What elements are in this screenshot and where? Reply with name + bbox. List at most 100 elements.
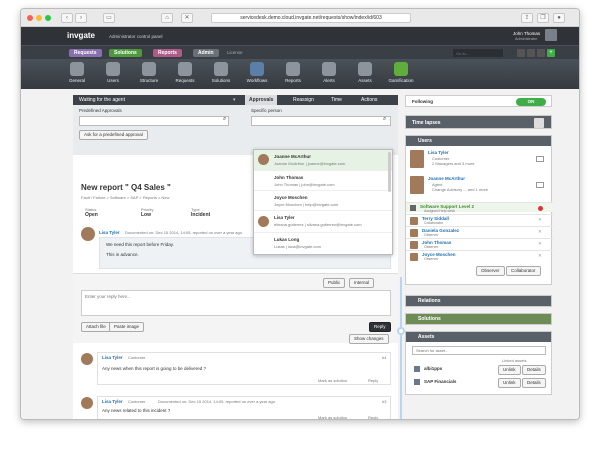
unlink-button-1[interactable]: Unlink bbox=[498, 378, 521, 388]
url-bar[interactable]: servicedesk.demo.cloud.invgate.net/reque… bbox=[211, 13, 411, 23]
goto-input[interactable] bbox=[453, 49, 503, 57]
predef-search-input[interactable] bbox=[79, 116, 229, 126]
reply-button[interactable]: Reply bbox=[369, 322, 391, 332]
logo[interactable]: invgate bbox=[67, 31, 95, 40]
user-card-icon-2[interactable] bbox=[536, 182, 544, 188]
share-icon[interactable]: ⌂ bbox=[161, 13, 173, 23]
author-name[interactable]: Lisa Tyler bbox=[99, 230, 120, 235]
comment-4: Lisa Tyler Customer #4 Any news when thi… bbox=[73, 351, 398, 387]
tab-close-icon[interactable]: ✕ bbox=[181, 13, 193, 23]
solutions-box[interactable]: Solutions bbox=[405, 313, 552, 325]
menu-license[interactable]: License bbox=[227, 50, 243, 55]
tool-alerts[interactable]: Alerts bbox=[311, 61, 347, 87]
tool-structure[interactable]: Structure bbox=[131, 61, 167, 87]
menu-requests[interactable]: Requests bbox=[69, 49, 102, 57]
attach-file-button[interactable]: Attach file bbox=[81, 322, 111, 332]
tool-reports[interactable]: Reports bbox=[275, 61, 311, 87]
assets-header[interactable]: Assets bbox=[406, 332, 551, 342]
tool-workflows[interactable]: Workflows bbox=[239, 61, 275, 87]
solutions-icon bbox=[214, 62, 228, 76]
add-icon[interactable]: + bbox=[547, 49, 555, 57]
reply-textarea[interactable] bbox=[81, 290, 391, 316]
comment-author-2[interactable]: Lisa Tyler bbox=[102, 399, 123, 404]
ask-approval-button[interactable]: Ask for a predefined approval bbox=[79, 130, 148, 140]
time-lapses-header[interactable]: Time lapses bbox=[405, 115, 552, 129]
menu-solutions[interactable]: Solutions bbox=[109, 49, 142, 57]
remove-icon-2[interactable]: ✕ bbox=[538, 241, 542, 247]
comment-author[interactable]: Lisa Tyler bbox=[102, 355, 123, 360]
sidebar-icon[interactable]: ▭ bbox=[103, 13, 115, 23]
close-window-icon[interactable] bbox=[27, 15, 33, 21]
forward-icon[interactable]: › bbox=[75, 13, 87, 23]
remove-icon[interactable]: ✕ bbox=[538, 217, 542, 223]
minimize-window-icon[interactable] bbox=[36, 15, 42, 21]
tab-time[interactable]: Time bbox=[331, 95, 342, 105]
tool-solutions[interactable]: Solutions bbox=[203, 61, 239, 87]
tab-actions[interactable]: Actions bbox=[361, 95, 377, 105]
observer-row-1: Daniela Gonzalez Observer ✕ bbox=[406, 226, 553, 238]
following-label: Following bbox=[412, 99, 433, 104]
unlink-button-0[interactable]: Unlink bbox=[498, 365, 521, 375]
help-icon[interactable] bbox=[537, 49, 545, 57]
paste-image-button[interactable]: Paste image bbox=[109, 322, 145, 332]
group-row: Software Support Level 2 Assigned Help d… bbox=[406, 202, 553, 213]
share-page-icon[interactable]: ⇪ bbox=[521, 13, 533, 23]
request-panel: Waiting for the agent ▾ Approvals Reassi… bbox=[73, 95, 398, 419]
comment-reply-link[interactable]: Reply bbox=[368, 378, 378, 383]
menu-reports[interactable]: Reports bbox=[153, 49, 182, 57]
user-name[interactable]: John Thomas bbox=[513, 31, 540, 36]
request-title: New report " Q4 Sales " bbox=[81, 183, 171, 192]
comment-role: Customer bbox=[128, 355, 146, 360]
dropdown-item-0[interactable]: Joanne McArthur Joanne McArthur | joanne… bbox=[254, 150, 392, 170]
tab-approvals[interactable]: Approvals bbox=[245, 95, 278, 105]
add-collaborator-button[interactable]: Collaborator bbox=[506, 266, 541, 276]
comment-avatar-2 bbox=[81, 397, 93, 409]
comment-text-2: Any news related to this incident ? bbox=[102, 408, 171, 413]
extension-icon[interactable]: ● bbox=[553, 13, 565, 23]
tab-reassign[interactable]: Reassign bbox=[293, 95, 314, 105]
back-icon[interactable]: ‹ bbox=[61, 13, 73, 23]
remove-icon-1[interactable]: ✕ bbox=[538, 229, 542, 235]
details-button-1[interactable]: Details bbox=[522, 378, 546, 388]
user-photo-1 bbox=[410, 150, 424, 168]
tool-assets[interactable]: Assets bbox=[347, 61, 383, 87]
mark-solution-link[interactable]: Mark as solution bbox=[318, 378, 347, 383]
comment-role-2: Customer bbox=[128, 399, 146, 404]
dropdown-item-1[interactable]: John Thomas John Thomas | john@invgate.c… bbox=[254, 170, 392, 190]
remove-icon-3[interactable]: ✕ bbox=[538, 253, 542, 259]
tool-general[interactable]: General bbox=[59, 61, 95, 87]
menu-admin[interactable]: Admin bbox=[193, 49, 219, 57]
settings-icon[interactable] bbox=[527, 49, 535, 57]
specific-search-input[interactable] bbox=[251, 116, 391, 126]
collapse-icon[interactable]: ▾ bbox=[233, 95, 236, 105]
reply-tab-public[interactable]: Public bbox=[323, 278, 346, 288]
maximize-window-icon[interactable] bbox=[45, 15, 51, 21]
comment-reply-link-2[interactable]: Reply bbox=[368, 415, 378, 419]
comment-3: Lisa Tyler Customer Documented on: Dec 1… bbox=[73, 395, 398, 419]
users-header[interactable]: Users bbox=[406, 136, 551, 146]
dropdown-item-3[interactable]: Lisa Tyler elinana.gutierrez | silvana.g… bbox=[254, 210, 392, 232]
user-card-icon-1[interactable] bbox=[536, 156, 544, 162]
admin-toolbar: General Users Structure Requests Solutio… bbox=[21, 59, 579, 89]
show-changes-button[interactable]: Show changes bbox=[349, 334, 389, 344]
dropdown-item-4[interactable]: Lukas Long Lukas | luca@invgate.com bbox=[254, 232, 392, 252]
relations-box[interactable]: Relations bbox=[405, 295, 552, 307]
add-observer-button[interactable]: Observer bbox=[476, 266, 505, 276]
following-bar: Following ON bbox=[405, 95, 552, 107]
breadcrumb[interactable]: Fault / Failure > Software > SAP > Repor… bbox=[81, 195, 169, 200]
tool-gamification[interactable]: Gamification bbox=[383, 61, 419, 87]
dropdown-item-2[interactable]: Joyce Moschen Joyce Moschen | help@invga… bbox=[254, 190, 392, 210]
user-avatar[interactable] bbox=[545, 29, 557, 41]
tabs-icon[interactable]: ❐ bbox=[537, 13, 549, 23]
dropdown-scrollbar[interactable] bbox=[388, 152, 391, 192]
details-button-0[interactable]: Details bbox=[522, 365, 546, 375]
mark-solution-link-2[interactable]: Mark as solution bbox=[318, 415, 347, 419]
tool-users[interactable]: Users bbox=[95, 61, 131, 87]
home-icon[interactable] bbox=[517, 49, 525, 57]
tool-requests[interactable]: Requests bbox=[167, 61, 203, 87]
users-box: Users Lisa Tyler Customer 2 Managers and… bbox=[405, 135, 553, 285]
comment-documented-2: Documented on: Dec 15 2014, 14:05, repor… bbox=[158, 399, 275, 404]
asset-search-input[interactable] bbox=[412, 346, 546, 355]
reply-tab-internal[interactable]: Internal bbox=[349, 278, 375, 288]
following-toggle[interactable]: ON bbox=[516, 98, 546, 106]
